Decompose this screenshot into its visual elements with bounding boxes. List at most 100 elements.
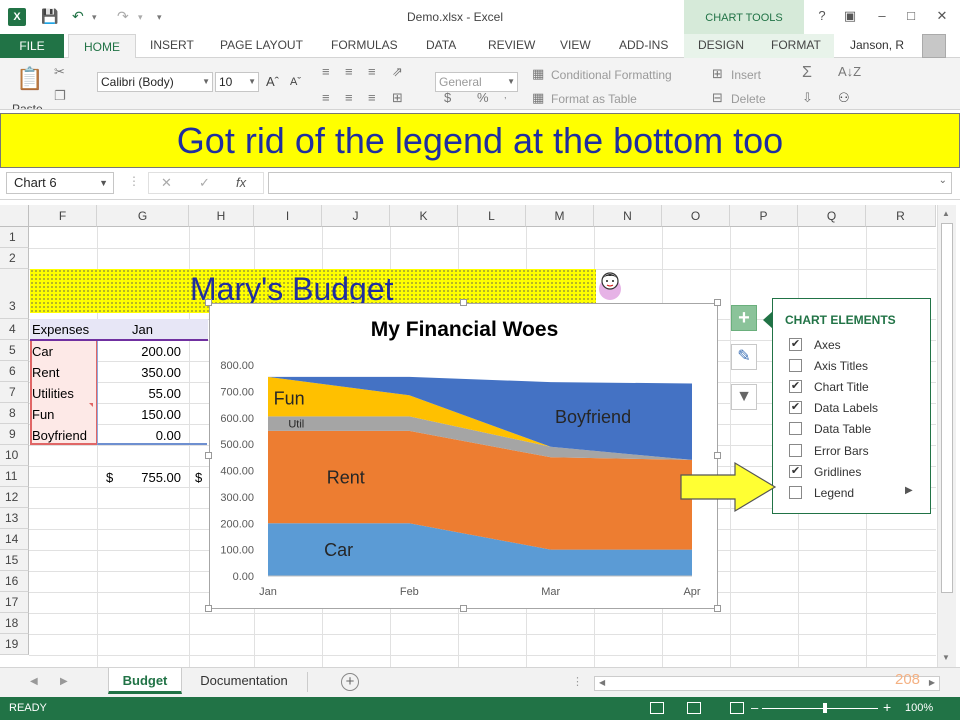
column-header-i[interactable]: I <box>254 205 322 227</box>
column-header-l[interactable]: L <box>458 205 526 227</box>
number-format-select[interactable]: General ▼ <box>435 72 518 92</box>
jan-value-rent[interactable]: 350.00 <box>100 365 181 380</box>
row-header-4[interactable]: 4 <box>0 319 29 340</box>
resize-handle-n[interactable] <box>460 299 467 306</box>
copy-icon[interactable]: ❐ <box>54 88 66 104</box>
format-as-table-button[interactable]: Format as Table <box>551 92 637 106</box>
resize-handle-nw[interactable] <box>205 299 212 306</box>
user-name[interactable]: Janson, R <box>850 38 904 52</box>
conditional-formatting-button[interactable]: Conditional Formatting <box>551 68 672 82</box>
data-label-boyfriend[interactable]: Boyfriend <box>555 407 631 427</box>
row-header-5[interactable]: 5 <box>0 340 29 361</box>
tab-file[interactable]: FILE <box>0 34 64 58</box>
row-header-12[interactable]: 12 <box>0 487 29 508</box>
help-button[interactable]: ? <box>812 8 832 23</box>
expense-name-rent[interactable]: Rent <box>32 365 59 380</box>
select-all-corner[interactable] <box>0 205 29 227</box>
format-as-table-icon[interactable]: ▦ <box>532 90 544 106</box>
zoom-in-icon[interactable]: + <box>883 699 891 715</box>
insert-cells-icon[interactable]: ⊞ <box>712 66 723 82</box>
ribbon-display-options-icon[interactable]: ▣ <box>840 8 860 24</box>
maximize-button[interactable]: □ <box>901 8 921 23</box>
save-icon[interactable]: 💾 <box>41 8 58 25</box>
font-size-select[interactable]: 10 ▼ <box>215 72 259 92</box>
row-header-10[interactable]: 10 <box>0 445 29 466</box>
data-label-rent[interactable]: Rent <box>327 467 365 487</box>
row-header-9[interactable]: 9 <box>0 424 29 445</box>
jan-value-fun[interactable]: 150.00 <box>100 407 181 422</box>
cut-icon[interactable]: ✂ <box>54 64 65 80</box>
tab-splitter-icon[interactable]: ⋮ <box>572 675 583 688</box>
tab-home[interactable]: HOME <box>68 34 136 59</box>
align-left-icon[interactable]: ≡ <box>322 90 330 105</box>
checkbox-chart-title[interactable]: ✔ <box>789 380 802 393</box>
comma-icon[interactable]: , <box>504 90 507 100</box>
page-layout-view-icon[interactable] <box>687 702 701 714</box>
tab-formulas[interactable]: FORMULAS <box>331 38 398 52</box>
row-header-13[interactable]: 13 <box>0 508 29 529</box>
expense-name-car[interactable]: Car <box>32 344 53 359</box>
new-sheet-button[interactable]: + <box>341 673 359 691</box>
chart-plot[interactable]: 0.00 100.00 200.00 300.00 400.00 500.00 600.00… <box>210 304 719 610</box>
resize-handle-se[interactable] <box>714 605 721 612</box>
zoom-slider[interactable] <box>762 708 878 709</box>
checkbox-legend[interactable] <box>789 486 802 499</box>
column-header-n[interactable]: N <box>594 205 662 227</box>
orientation-icon[interactable]: ⇗ <box>392 64 403 80</box>
formula-input[interactable]: ⌄ <box>268 172 952 194</box>
data-label-car[interactable]: Car <box>324 540 353 560</box>
percent-icon[interactable]: % <box>477 90 489 105</box>
align-right-icon[interactable]: ≡ <box>368 90 376 105</box>
expense-name-boyfriend[interactable]: Boyfriend <box>32 428 87 443</box>
checkbox-data-labels[interactable]: ✔ <box>789 401 802 414</box>
sheet-tab-documentation[interactable]: Documentation <box>187 668 301 694</box>
expenses-header[interactable]: Expenses <box>32 322 89 337</box>
resize-handle-s[interactable] <box>460 605 467 612</box>
chart-elements-button[interactable]: + <box>731 305 757 331</box>
merge-icon[interactable]: ⊞ <box>392 90 403 106</box>
expense-name-utilities[interactable]: Utilities <box>32 386 74 401</box>
column-header-q[interactable]: Q <box>798 205 866 227</box>
row-header-14[interactable]: 14 <box>0 529 29 550</box>
row-header-15[interactable]: 15 <box>0 550 29 571</box>
checkbox-gridlines[interactable]: ✔ <box>789 465 802 478</box>
find-select-icon[interactable]: ⚇ <box>838 90 850 106</box>
redo-dropdown-icon[interactable]: ▾ <box>138 12 143 23</box>
minimize-button[interactable]: – <box>872 8 892 23</box>
jan-value-utilities[interactable]: 55.00 <box>100 386 181 401</box>
row-header-2[interactable]: 2 <box>0 248 29 269</box>
column-header-f[interactable]: F <box>29 205 97 227</box>
vertical-scroll-thumb[interactable] <box>941 223 953 593</box>
autosum-icon[interactable]: Σ <box>802 64 812 82</box>
column-header-k[interactable]: K <box>390 205 458 227</box>
zoom-slider-thumb[interactable] <box>823 703 827 713</box>
tab-view[interactable]: VIEW <box>560 38 591 52</box>
tab-format[interactable]: FORMAT <box>771 38 821 52</box>
row-header-8[interactable]: 8 <box>0 403 29 424</box>
checkbox-data-table[interactable] <box>789 422 802 435</box>
column-header-p[interactable]: P <box>730 205 798 227</box>
jan-header[interactable]: Jan <box>132 322 153 337</box>
delete-cells-icon[interactable]: ⊟ <box>712 90 723 106</box>
row-header-6[interactable]: 6 <box>0 361 29 382</box>
column-header-o[interactable]: O <box>662 205 730 227</box>
prev-sheet-icon[interactable]: ◀ <box>30 676 38 687</box>
vertical-scrollbar[interactable]: ▲ ▼ <box>937 205 956 667</box>
delete-cells-button[interactable]: Delete <box>731 92 766 106</box>
column-header-h[interactable]: H <box>189 205 254 227</box>
expense-name-fun[interactable]: Fun <box>32 407 54 422</box>
row-header-19[interactable]: 19 <box>0 634 29 655</box>
sort-filter-icon[interactable]: A↓Z <box>838 64 861 79</box>
tab-review[interactable]: REVIEW <box>488 38 535 52</box>
align-top-icon[interactable]: ≡ <box>322 64 330 79</box>
row-header-7[interactable]: 7 <box>0 382 29 403</box>
row-header-3[interactable]: 3 <box>0 269 29 319</box>
decrease-font-icon[interactable]: Aˇ <box>290 76 301 88</box>
tab-insert[interactable]: INSERT <box>150 38 194 52</box>
row-header-17[interactable]: 17 <box>0 592 29 613</box>
chart-styles-brush-icon[interactable]: ✎ <box>731 344 757 370</box>
align-middle-icon[interactable]: ≡ <box>345 64 353 79</box>
column-header-m[interactable]: M <box>526 205 594 227</box>
data-label-util[interactable]: Util <box>288 419 304 431</box>
row-header-16[interactable]: 16 <box>0 571 29 592</box>
